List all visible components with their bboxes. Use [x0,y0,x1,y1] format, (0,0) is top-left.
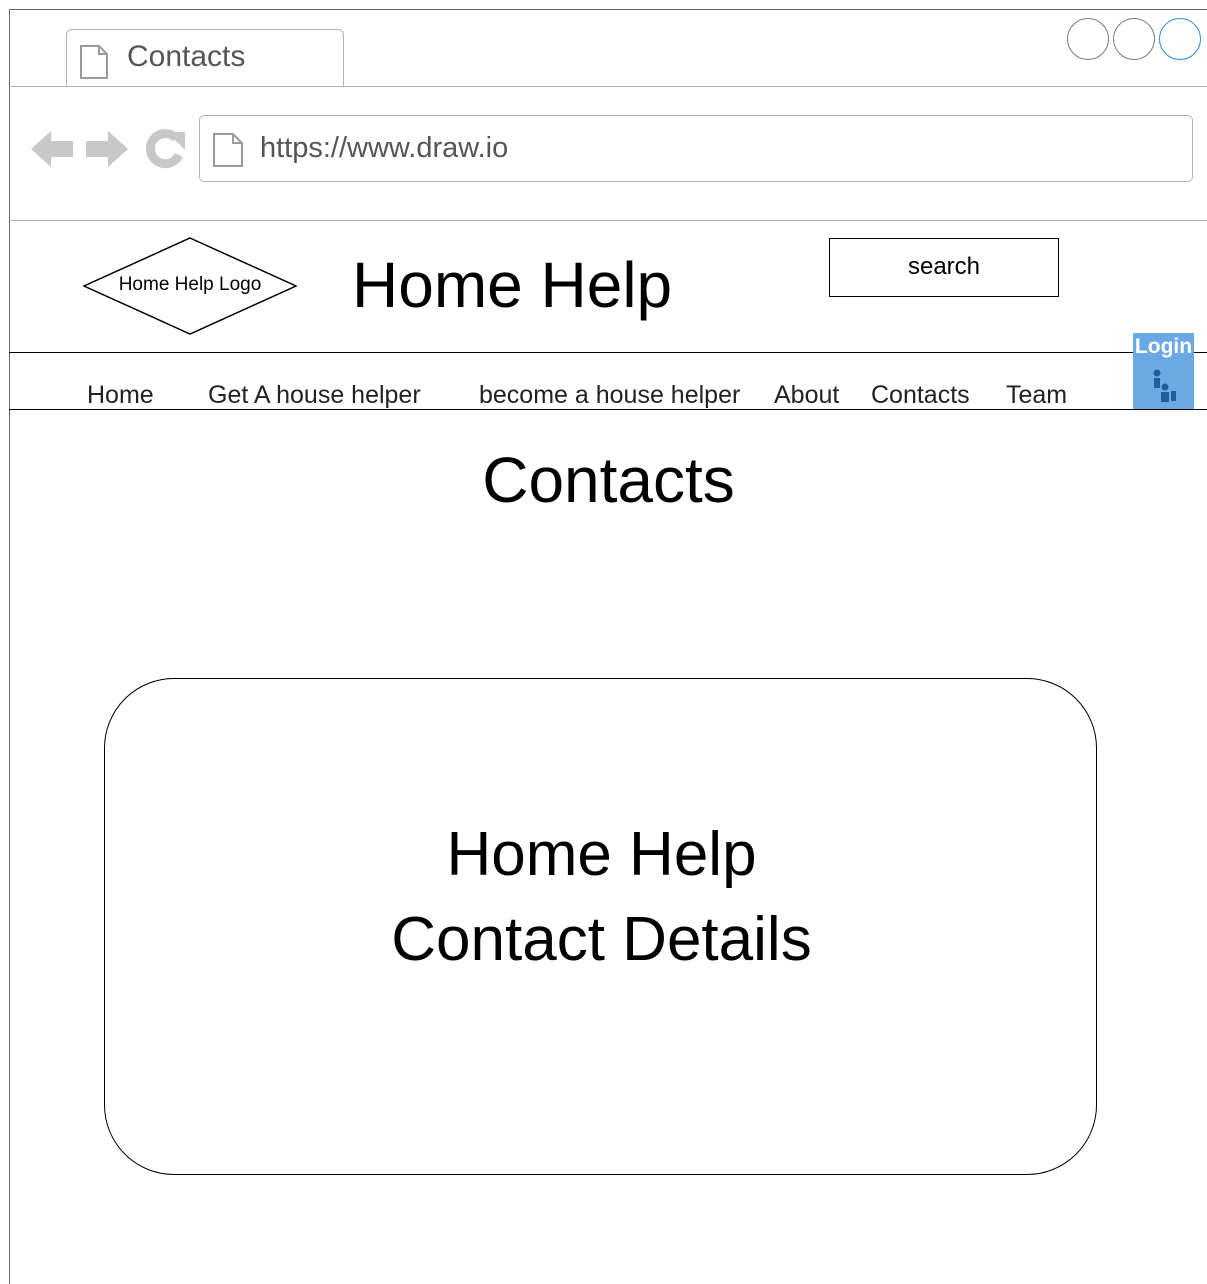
url-text: https://www.draw.io [260,132,509,164]
reload-icon[interactable] [143,128,187,175]
login-button[interactable]: Login [1133,333,1194,409]
search-input[interactable]: search [829,238,1059,297]
nav-item-about[interactable]: About [774,381,839,410]
address-bar-divider [9,220,1207,221]
tab-contacts[interactable]: Contacts [66,29,344,87]
window-button[interactable] [1113,18,1155,60]
window-button[interactable] [1067,18,1109,60]
page-icon [79,44,109,85]
nav-item-home[interactable]: Home [87,381,154,410]
back-arrow-icon[interactable] [29,128,75,175]
page-heading: Contacts [482,444,735,516]
tab-strip-divider [9,86,1207,87]
card-title-line: Home Help [446,820,757,889]
tab-label: Contacts [127,40,246,73]
page-icon [212,132,244,173]
logo-text: Home Help Logo [118,274,262,295]
site-title: Home Help [352,249,673,321]
nav-item-get-a-house-helper[interactable]: Get A house helper [208,381,421,410]
nav-item-contacts[interactable]: Contacts [871,381,970,410]
address-bar[interactable]: https://www.draw.io [199,115,1193,182]
nav-item-team[interactable]: Team [1006,381,1067,410]
nav-bar-top-border [9,352,1207,353]
window-button[interactable] [1159,18,1201,60]
card-subtitle-line: Contact Details [391,905,812,974]
login-label: Login [1134,335,1193,358]
user-icon [1151,363,1177,410]
forward-arrow-icon[interactable] [84,128,130,175]
nav-item-become-a-house-helper[interactable]: become a house helper [479,381,740,410]
contact-details-card: Home Help Contact Details [104,678,1097,1175]
